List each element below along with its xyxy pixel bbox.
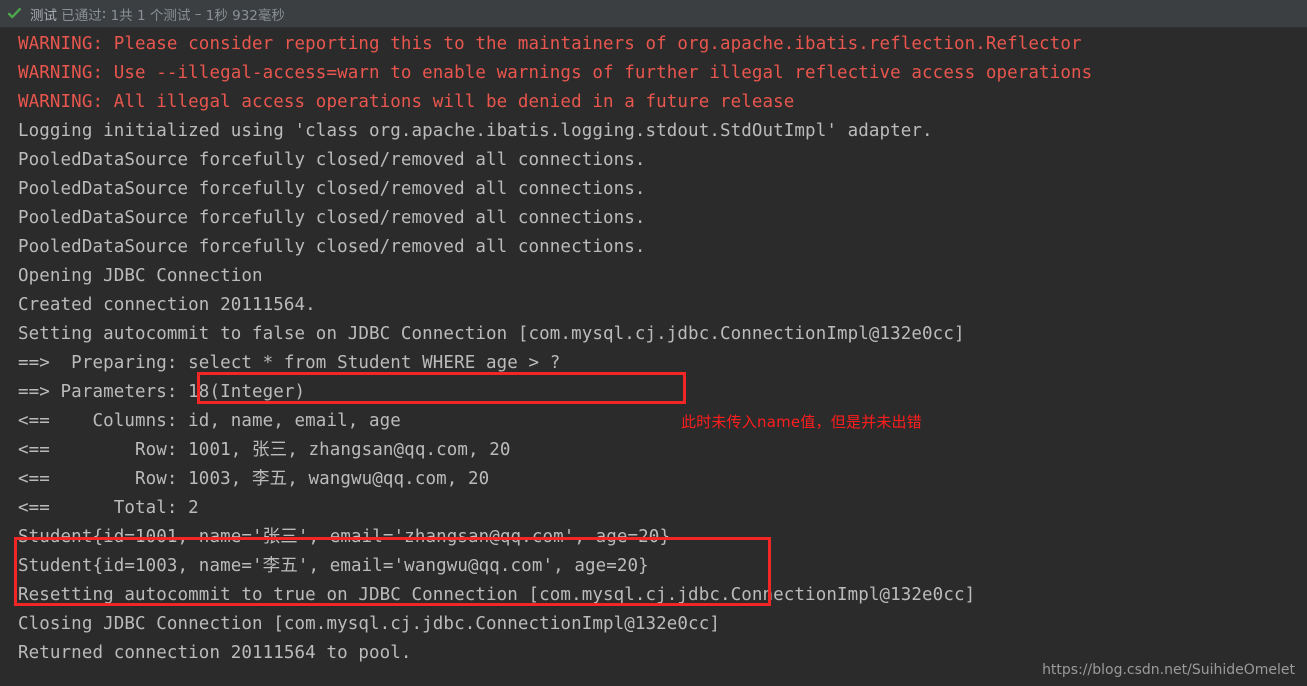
console-line: Resetting autocommit to true on JDBC Con… bbox=[18, 585, 976, 605]
console-line: WARNING: Please consider reporting this … bbox=[18, 34, 1082, 54]
console-line: <== Total: 2 bbox=[18, 498, 199, 518]
green-check-icon bbox=[7, 7, 21, 19]
console-line: ==> Parameters: 18(Integer) bbox=[18, 382, 306, 402]
console-line: Setting autocommit to false on JDBC Conn… bbox=[18, 324, 965, 344]
console-line-list: WARNING: Please consider reporting this … bbox=[0, 30, 1307, 668]
test-status-counts: 1共 1 个测试 bbox=[110, 7, 191, 24]
console-line: PooledDataSource forcefully closed/remov… bbox=[18, 237, 646, 257]
test-status-result: 已通过 bbox=[61, 7, 102, 24]
console-line: WARNING: Use --illegal-access=warn to en… bbox=[18, 63, 1093, 83]
test-status-dash: – bbox=[190, 5, 206, 22]
console-line: Opening JDBC Connection bbox=[18, 266, 263, 286]
test-status-separator: : bbox=[101, 5, 111, 22]
console-line: <== Row: 1003, 李五, wangwu@qq.com, 20 bbox=[18, 469, 490, 489]
console-line: PooledDataSource forcefully closed/remov… bbox=[18, 208, 646, 228]
test-status-bar: 测试 已通过 : 1共 1 个测试 – 1秒 932毫秒 bbox=[0, 0, 1307, 28]
console-line: PooledDataSource forcefully closed/remov… bbox=[18, 150, 646, 170]
console-line: Student{id=1001, name='张三', email='zhang… bbox=[18, 527, 671, 547]
test-status-duration: 1秒 932毫秒 bbox=[205, 7, 285, 24]
console-line: Created connection 20111564. bbox=[18, 295, 316, 315]
console-line: ==> Preparing: select * from Student WHE… bbox=[18, 353, 561, 373]
console-line: Student{id=1003, name='李五', email='wangw… bbox=[18, 556, 649, 576]
console-line: Closing JDBC Connection [com.mysql.cj.jd… bbox=[18, 614, 720, 634]
console-line: WARNING: All illegal access operations w… bbox=[18, 92, 795, 112]
watermark-url: https://blog.csdn.net/SuihideOmelet bbox=[1042, 662, 1295, 678]
annotation-note-text: 此时未传入name值，但是并未出错 bbox=[681, 413, 922, 431]
console-line: PooledDataSource forcefully closed/remov… bbox=[18, 179, 646, 199]
console-line: <== Columns: id, name, email, age bbox=[18, 411, 401, 431]
console-line: Logging initialized using 'class org.apa… bbox=[18, 121, 933, 141]
console-output-panel[interactable]: WARNING: Please consider reporting this … bbox=[0, 28, 1307, 686]
test-status-label: 测试 bbox=[30, 7, 57, 24]
console-line: <== Row: 1001, 张三, zhangsan@qq.com, 20 bbox=[18, 440, 511, 460]
